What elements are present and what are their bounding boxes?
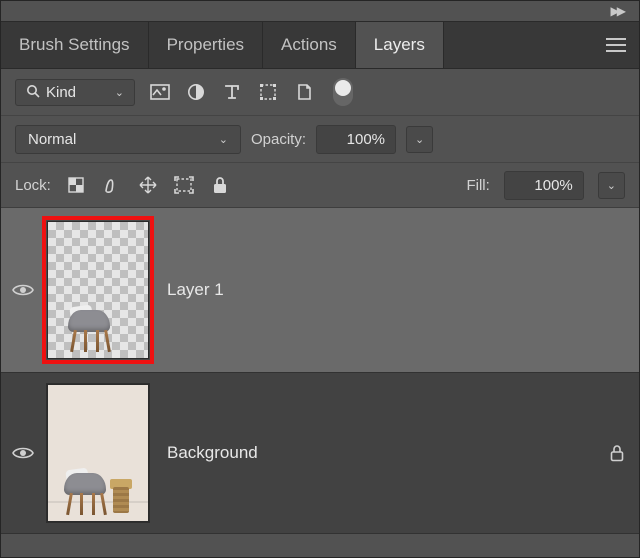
layer-filter-kind-dropdown[interactable]: Kind ⌄	[15, 79, 135, 106]
fill-label: Fill:	[466, 177, 489, 194]
lock-icon	[609, 444, 625, 462]
collapse-panel-icon[interactable]: ▶▶	[611, 4, 623, 18]
tab-properties[interactable]: Properties	[149, 22, 263, 68]
eye-icon	[12, 283, 34, 297]
lock-label: Lock:	[15, 177, 51, 194]
fill-flyout[interactable]: ⌄	[598, 172, 625, 199]
filter-shape-layers-icon[interactable]	[257, 81, 279, 103]
layers-panel: ▶▶ Brush Settings Properties Actions Lay…	[0, 0, 640, 558]
lock-image-icon[interactable]	[101, 174, 123, 196]
eye-icon	[12, 446, 34, 460]
opacity-flyout[interactable]: ⌄	[406, 126, 433, 153]
opacity-label: Opacity:	[251, 131, 306, 148]
layers-list: Layer 1 Background	[1, 208, 639, 534]
filter-toggle[interactable]	[333, 78, 353, 106]
tab-actions[interactable]: Actions	[263, 22, 356, 68]
filter-pixel-layers-icon[interactable]	[149, 81, 171, 103]
layer-row[interactable]: Background	[1, 373, 639, 534]
tab-brush-settings[interactable]: Brush Settings	[1, 22, 149, 68]
blend-opacity-bar: Normal ⌄ Opacity: 100% ⌄	[1, 116, 639, 163]
chevron-down-icon: ⌄	[219, 133, 228, 146]
chair-graphic	[58, 455, 114, 515]
layer-visibility-toggle[interactable]	[1, 446, 45, 460]
filter-smart-objects-icon[interactable]	[293, 81, 315, 103]
thumbnail-transparent-chair	[47, 221, 149, 359]
stool-graphic	[110, 479, 132, 513]
layer-name[interactable]: Background	[167, 443, 595, 463]
fill-value: 100%	[534, 177, 572, 194]
opacity-value: 100%	[347, 131, 385, 148]
kind-label: Kind	[46, 84, 109, 101]
blend-mode-value: Normal	[28, 131, 76, 148]
tab-layers[interactable]: Layers	[356, 22, 444, 68]
layer-row[interactable]: Layer 1	[1, 208, 639, 373]
layer-filter-bar: Kind ⌄	[1, 69, 639, 116]
search-icon	[26, 84, 40, 101]
chevron-down-icon: ⌄	[115, 86, 124, 99]
lock-artboard-icon[interactable]	[173, 174, 195, 196]
lock-position-icon[interactable]	[137, 174, 159, 196]
lock-all-icon[interactable]	[209, 174, 231, 196]
panel-tabs: Brush Settings Properties Actions Layers	[1, 22, 639, 69]
fill-field[interactable]: 100%	[504, 171, 584, 200]
filter-type-layers-icon[interactable]	[221, 81, 243, 103]
layer-lock-indicator[interactable]	[595, 444, 639, 462]
layer-visibility-toggle[interactable]	[1, 283, 45, 297]
thumbnail-room-chair	[47, 384, 149, 522]
blend-mode-dropdown[interactable]: Normal ⌄	[15, 125, 241, 154]
layer-name[interactable]: Layer 1	[167, 280, 639, 300]
layer-thumbnail[interactable]	[45, 384, 151, 522]
filter-adjustment-layers-icon[interactable]	[185, 81, 207, 103]
chair-graphic	[62, 292, 118, 352]
layer-thumbnail[interactable]	[45, 221, 151, 359]
panel-collapse-bar: ▶▶	[1, 1, 639, 22]
opacity-field[interactable]: 100%	[316, 125, 396, 154]
panel-menu-button[interactable]	[593, 22, 639, 68]
hamburger-icon	[606, 38, 626, 52]
lock-fill-bar: Lock: Fill: 100% ⌄	[1, 163, 639, 208]
lock-transparency-icon[interactable]	[65, 174, 87, 196]
